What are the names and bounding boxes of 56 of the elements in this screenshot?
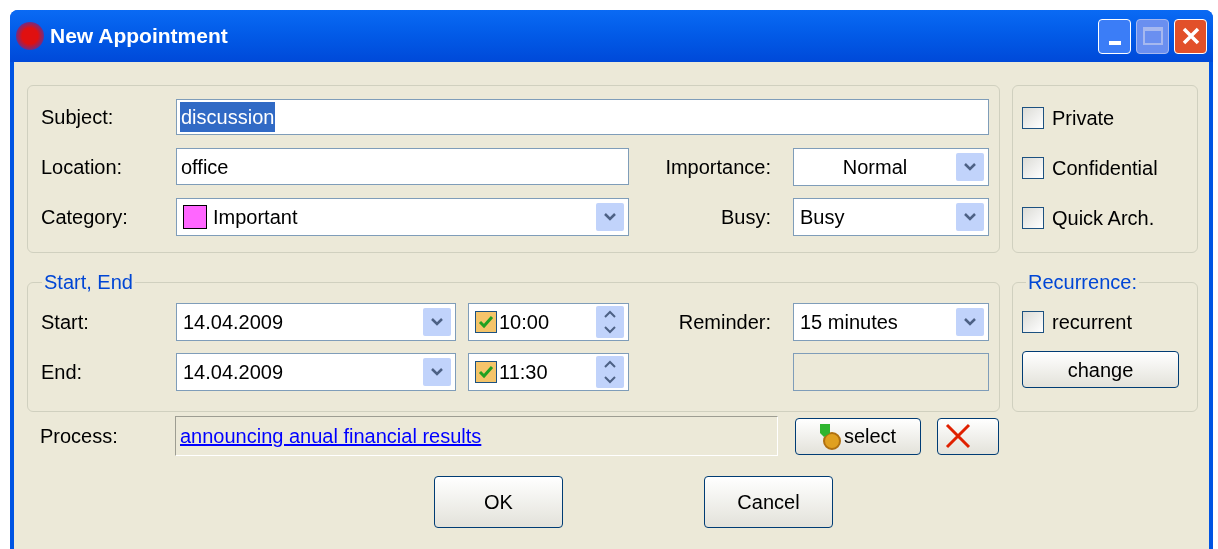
dialog-button[interactable]: OK (434, 476, 563, 528)
minimize-button[interactable] (1098, 18, 1131, 54)
date-dropdown[interactable]: 14.04.2009 (176, 303, 456, 341)
field-label: Start: (41, 310, 90, 335)
field-label: Busy: (719, 205, 772, 230)
dropdown-value: 14.04.2009 (182, 360, 285, 385)
process-link[interactable]: announcing anual financial results (180, 421, 482, 451)
select-button[interactable]: select (795, 417, 921, 455)
maximize-button[interactable] (1136, 18, 1169, 54)
checkbox[interactable] (1022, 311, 1044, 333)
spinner-icon[interactable] (596, 306, 624, 338)
field-label: Importance: (664, 154, 772, 180)
dropdown-value: 15 minutes (799, 310, 899, 335)
close-icon (944, 423, 972, 449)
clear-button[interactable] (937, 417, 999, 455)
subject-field[interactable]: discussion (176, 99, 989, 135)
field-label: Subject: (41, 105, 115, 130)
spinner-icon[interactable] (596, 356, 624, 388)
dropdown-value: Busy (799, 205, 846, 230)
checkbox[interactable] (1022, 157, 1044, 179)
checkbox-label: Private (1052, 106, 1115, 131)
close-button[interactable] (1174, 18, 1207, 54)
checkbox-label: Quick Arch. (1052, 206, 1155, 231)
location-field[interactable]: office (176, 148, 629, 185)
checkbox-label: Confidential (1052, 156, 1158, 181)
window-title: New Appointment (50, 23, 229, 50)
dropdown-value: Normal (841, 154, 909, 180)
change-button[interactable]: change (1022, 351, 1179, 388)
dropdown-value: 14.04.2009 (182, 310, 285, 335)
dialog-button[interactable]: Cancel (704, 476, 833, 528)
busy-dropdown[interactable]: Busy (793, 198, 989, 236)
date-dropdown[interactable]: 14.04.2009 (176, 353, 456, 391)
time-checkbox[interactable] (475, 361, 497, 383)
time-checkbox[interactable] (475, 311, 497, 333)
time-value: 11:30 (498, 360, 549, 385)
dropdown-value: Important (212, 205, 299, 230)
checkbox[interactable] (1022, 207, 1044, 229)
close-icon (1180, 26, 1201, 46)
checkbox-label: recurrent (1052, 310, 1133, 335)
field-label: Process: (40, 424, 119, 449)
importance-dropdown[interactable]: Normal (793, 147, 989, 186)
time-field[interactable]: 10:00 (468, 303, 629, 341)
reminder-dropdown[interactable]: 15 minutes (793, 303, 989, 341)
location-value: office (181, 154, 229, 180)
group-title: Start, End (43, 270, 134, 295)
subject-value: discussion (180, 102, 276, 132)
field-label: Location: (41, 154, 124, 180)
field-label: Category: (41, 205, 129, 230)
field-label: Reminder: (677, 310, 772, 335)
checkbox[interactable] (1022, 107, 1044, 129)
category-dropdown[interactable]: Important (176, 198, 629, 236)
app-icon (16, 22, 44, 50)
time-field[interactable]: 11:30 (468, 353, 629, 391)
field-label: End: (41, 360, 84, 385)
group-title: Recurrence: (1027, 270, 1138, 295)
time-value: 10:00 (498, 310, 551, 335)
